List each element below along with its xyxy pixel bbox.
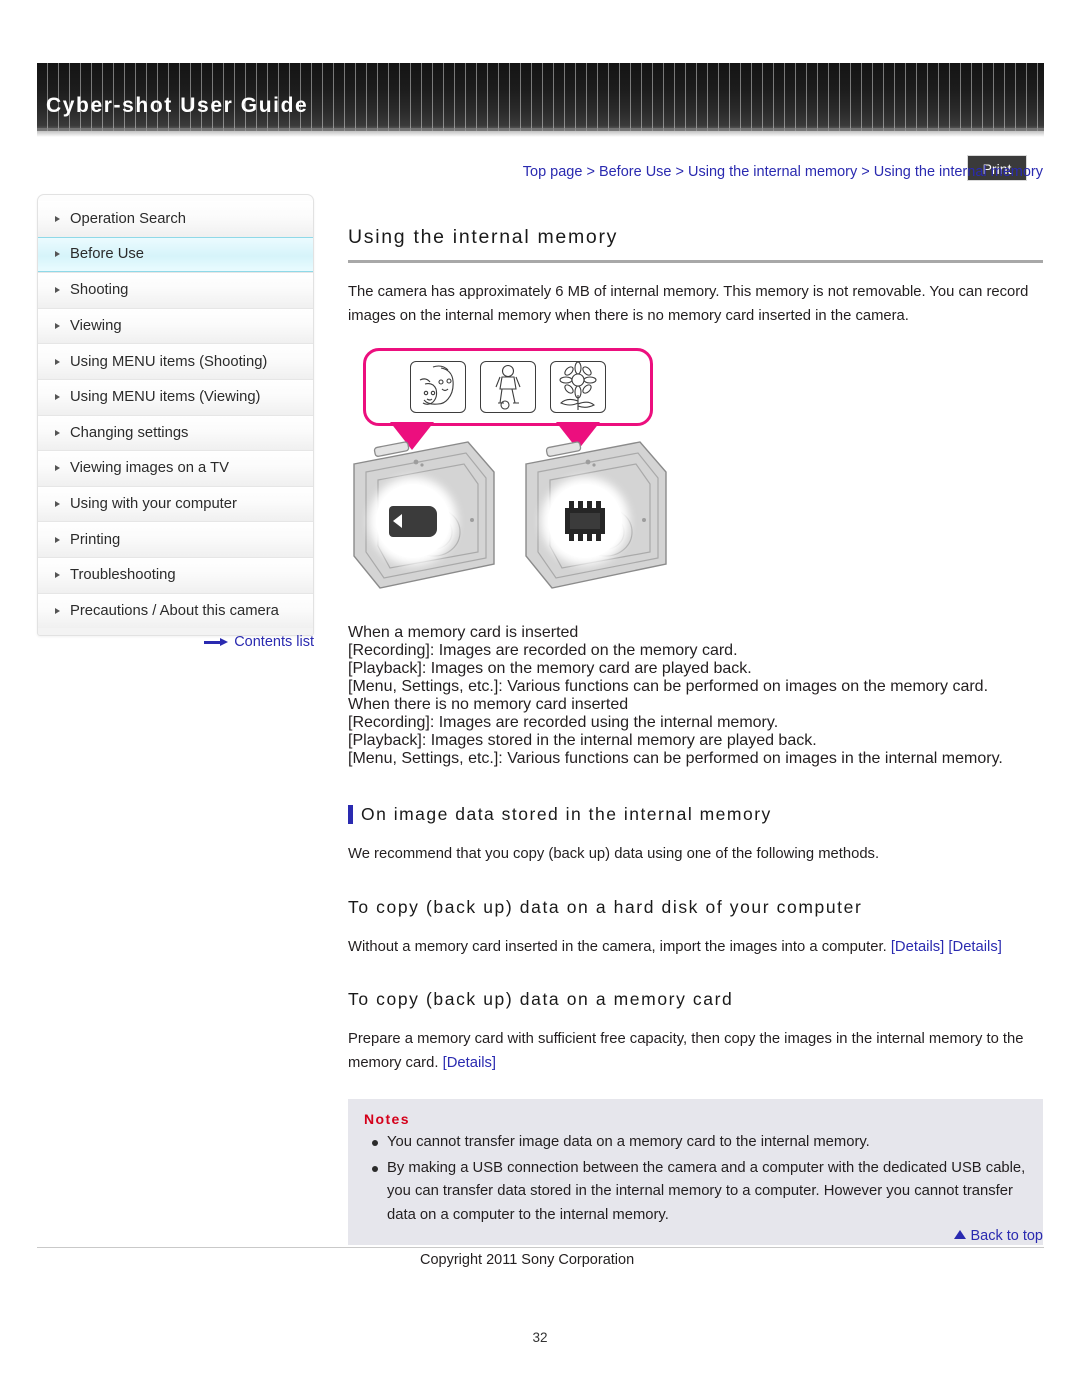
- chip-pins-bottom: [569, 534, 601, 541]
- sidebar-item-operation-search[interactable]: Operation Search: [38, 201, 313, 237]
- internal-memory-badge: [548, 484, 622, 558]
- section2-body: Without a memory card inserted in the ca…: [348, 936, 1043, 960]
- sidebar-item-viewing[interactable]: Viewing: [38, 307, 313, 344]
- sidebar-item-before-use[interactable]: Before Use: [38, 236, 313, 273]
- sidebar-item-label: Using MENU items (Shooting): [70, 353, 268, 370]
- sidebar-item-troubleshooting[interactable]: Troubleshooting: [38, 556, 313, 593]
- memory-card-icon: [389, 505, 437, 537]
- section2-heading: To copy (back up) data on a hard disk of…: [348, 896, 863, 917]
- notes-list: You cannot transfer image data on a memo…: [364, 1131, 1027, 1227]
- soccer-player-drawing-icon: [495, 364, 521, 410]
- flower-thumbnail: [550, 361, 606, 413]
- page-title: Using the internal memory: [348, 226, 1043, 263]
- section1-heading: On image data stored in the internal mem…: [348, 804, 1043, 825]
- sidebar-item-label: Viewing images on a TV: [70, 460, 230, 477]
- card-behavior-line: [Recording]: Images are recorded on the …: [348, 642, 738, 659]
- triangle-right-icon: [55, 536, 60, 543]
- card-behavior-line: [Recording]: Images are recorded using t…: [348, 714, 779, 731]
- section3-body: Prepare a memory card with sufficient fr…: [348, 1028, 1043, 1075]
- sidebar-item-label: Viewing: [70, 318, 122, 335]
- triangle-right-icon: [55, 287, 60, 294]
- notes-box: Notes You cannot transfer image data on …: [348, 1099, 1043, 1245]
- section2-body-text: Without a memory card inserted in the ca…: [348, 938, 887, 955]
- sidebar-item-label: Using with your computer: [70, 496, 237, 513]
- triangle-right-icon: [55, 572, 60, 579]
- sidebar-item-changing-settings[interactable]: Changing settings: [38, 414, 313, 451]
- page-number: 32: [532, 1330, 548, 1345]
- page-brand-title: Cyber-shot User Guide: [46, 94, 309, 117]
- triangle-right-icon: [55, 394, 60, 401]
- camera-with-memory-card: [348, 436, 500, 602]
- sidebar-item-label: Precautions / About this camera: [70, 602, 279, 619]
- contents-list-link[interactable]: Contents list: [37, 634, 314, 650]
- triangle-up-icon: [954, 1230, 967, 1239]
- internal-memory-illustration: [348, 348, 678, 610]
- section3-heading: To copy (back up) data on a memory card: [348, 989, 734, 1009]
- footer-divider: [37, 1247, 1044, 1248]
- card-behavior-line: [Menu, Settings, etc.]: Various function…: [348, 750, 1003, 767]
- memory-card-badge: [376, 484, 450, 558]
- sidebar-item-label: Troubleshooting: [70, 567, 176, 584]
- main-content: Using the internal memory The camera has…: [348, 226, 1043, 1245]
- details-link-3[interactable]: [Details]: [443, 1055, 496, 1071]
- flower-drawing-icon: [559, 362, 597, 410]
- sidebar-item-label: Printing: [70, 531, 121, 548]
- sidebar-item-precautions-about-this-camera[interactable]: Precautions / About this camera: [38, 592, 313, 629]
- contents-list-label: Contents list: [234, 634, 314, 650]
- triangle-right-icon: [55, 429, 60, 436]
- sidebar-item-shooting[interactable]: Shooting: [38, 272, 313, 308]
- header-shadow: [37, 128, 1044, 137]
- triangle-right-icon: [55, 501, 60, 508]
- card-behavior-line: When there is no memory card inserted: [348, 696, 629, 713]
- heading-accent-bar: [348, 805, 353, 824]
- sidebar-item-label: Before Use: [70, 246, 145, 263]
- card-behavior-line: [Menu, Settings, etc.]: Various function…: [348, 678, 989, 695]
- internal-memory-chip-icon: [562, 501, 608, 541]
- details-link-1[interactable]: [Details]: [891, 939, 944, 955]
- breadcrumb[interactable]: Top page > Before Use > Using the intern…: [348, 164, 1043, 180]
- sidebar-item-label: Operation Search: [70, 210, 186, 227]
- note-item: You cannot transfer image data on a memo…: [364, 1131, 1027, 1155]
- card-behavior-line: [Playback]: Images on the memory card ar…: [348, 660, 752, 677]
- triangle-right-icon: [55, 215, 60, 222]
- notes-title: Notes: [364, 1111, 410, 1127]
- memory-card-behavior-block: When a memory card is inserted [Recording…: [348, 624, 1043, 768]
- chip-body: [565, 508, 605, 534]
- triangle-right-icon: [55, 607, 60, 614]
- sidebar-navigation: Operation Search Before Use Shooting Viewin…: [37, 194, 314, 637]
- back-to-top-label: Back to top: [970, 1228, 1043, 1244]
- note-item: By making a USB connection between the c…: [364, 1157, 1027, 1228]
- sidebar-item-label: Changing settings: [70, 424, 189, 441]
- soccer-player-thumbnail: [480, 361, 536, 413]
- arrow-right-icon: [204, 637, 229, 647]
- camera-with-internal-memory: [520, 436, 672, 602]
- triangle-right-icon: [55, 251, 60, 258]
- sidebar-item-using-with-your-computer[interactable]: Using with your computer: [38, 485, 313, 522]
- sidebar-item-label: Using MENU items (Viewing): [70, 389, 261, 406]
- sidebar-item-using-menu-items-viewing[interactable]: Using MENU items (Viewing): [38, 378, 313, 415]
- details-link-2[interactable]: [Details]: [948, 939, 1001, 955]
- back-to-top-link[interactable]: Back to top: [348, 1228, 1043, 1244]
- intro-paragraph: The camera has approximately 6 MB of int…: [348, 284, 1029, 324]
- section1-heading-text: On image data stored in the internal mem…: [361, 804, 772, 824]
- triangle-right-icon: [55, 358, 60, 365]
- sidebar-item-using-menu-items-shooting[interactable]: Using MENU items (Shooting): [38, 343, 313, 379]
- image-thumbnails-callout: [363, 348, 653, 426]
- sidebar-item-printing[interactable]: Printing: [38, 521, 313, 557]
- portrait-drawing-icon: [419, 365, 454, 405]
- chip-pins-top: [569, 501, 601, 508]
- triangle-right-icon: [55, 323, 60, 330]
- triangle-right-icon: [55, 465, 60, 472]
- section1-body: We recommend that you copy (back up) dat…: [348, 846, 880, 862]
- card-behavior-line: When a memory card is inserted: [348, 624, 579, 641]
- copyright-text: Copyright 2011 Sony Corporation: [420, 1252, 635, 1268]
- card-behavior-line: [Playback]: Images stored in the interna…: [348, 732, 817, 749]
- portrait-thumbnail: [410, 361, 466, 413]
- sidebar-item-viewing-images-on-a-tv[interactable]: Viewing images on a TV: [38, 450, 313, 486]
- sidebar-item-label: Shooting: [70, 282, 129, 299]
